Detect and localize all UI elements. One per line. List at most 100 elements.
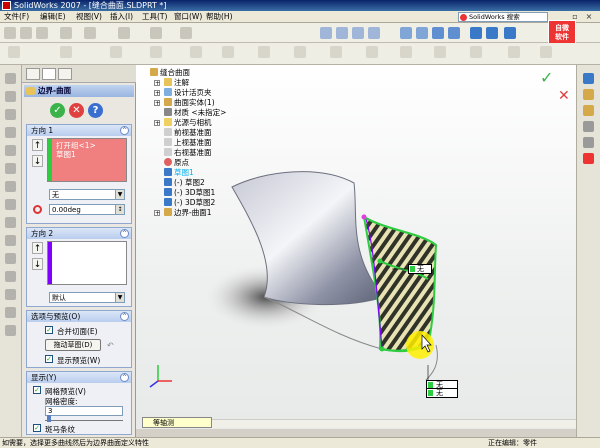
control-point[interactable] xyxy=(377,258,383,264)
reference-geometry-icon[interactable] xyxy=(470,46,482,58)
mirror-icon[interactable] xyxy=(400,46,412,58)
draft-tool-icon[interactable] xyxy=(5,271,16,282)
control-point[interactable] xyxy=(379,346,385,352)
fillet-tool-icon[interactable] xyxy=(5,199,16,210)
cancel-button[interactable]: ✕ xyxy=(69,103,84,118)
undo-icon[interactable] xyxy=(84,27,96,39)
linear-pattern-icon[interactable] xyxy=(5,307,16,318)
ok-button[interactable]: ✓ xyxy=(50,103,65,118)
direction2-curves-list[interactable] xyxy=(47,241,127,285)
boundary-surface-preview[interactable] xyxy=(362,215,438,353)
tree-item[interactable]: 草图1 xyxy=(164,168,194,177)
view-orientation-icon[interactable] xyxy=(470,27,482,39)
tree-item[interactable]: 设计活页夹 xyxy=(164,88,212,97)
mesh-density-slider[interactable] xyxy=(45,415,123,422)
tangency2-select[interactable]: 默认 ▼ xyxy=(49,292,125,303)
menu-edit[interactable]: 编辑(E) xyxy=(40,12,66,22)
smart-dimension-icon[interactable] xyxy=(190,46,202,58)
shaded-icon[interactable] xyxy=(432,27,444,39)
search-icon[interactable] xyxy=(583,121,594,132)
collapse-chevron-icon[interactable]: ^ xyxy=(120,229,129,238)
menu-file[interactable]: 文件(F) xyxy=(4,12,29,22)
move-up-arrow-icon[interactable]: ↑ xyxy=(32,242,43,254)
appearances-icon[interactable] xyxy=(583,153,594,164)
revolve-boss-icon[interactable] xyxy=(5,91,16,102)
revolve-icon[interactable] xyxy=(60,46,72,58)
instant3d-icon[interactable] xyxy=(540,46,552,58)
tree-item[interactable]: 前视基准面 xyxy=(164,128,212,137)
zoom-area-icon[interactable] xyxy=(336,27,348,39)
rebuild-icon[interactable] xyxy=(150,27,162,39)
curves-icon[interactable] xyxy=(508,46,520,58)
expand-icon[interactable]: + xyxy=(154,120,160,127)
tangency-select[interactable]: 无 ▼ xyxy=(49,189,125,200)
loft-icon[interactable] xyxy=(150,46,162,58)
display-header[interactable]: 显示(Y) ^ xyxy=(27,372,131,383)
section-view-icon[interactable] xyxy=(448,27,460,39)
fillet-icon[interactable] xyxy=(222,46,234,58)
tree-item[interactable]: 材质 <未指定> xyxy=(164,108,226,117)
chevron-down-icon[interactable]: ▼ xyxy=(115,293,124,302)
tree-item[interactable]: 光源与相机 xyxy=(164,118,212,127)
direction1-curves-list[interactable]: 打开组<1> 草图1 xyxy=(47,138,127,182)
tangency-callout[interactable]: 无 xyxy=(427,389,457,397)
swept-boss-icon[interactable] xyxy=(5,109,16,120)
save-icon[interactable] xyxy=(36,27,48,39)
menu-insert[interactable]: 插入(I) xyxy=(110,12,133,22)
extrude-boss-icon[interactable] xyxy=(5,73,16,84)
move-down-arrow-icon[interactable]: ↓ xyxy=(32,155,43,167)
mesh-preview-checkbox[interactable]: ✓ xyxy=(33,386,41,394)
curve-item[interactable]: 草图1 xyxy=(56,149,76,160)
shell-icon[interactable] xyxy=(330,46,342,58)
home-icon[interactable] xyxy=(583,73,594,84)
expand-icon[interactable]: + xyxy=(154,80,160,87)
pierce-point[interactable] xyxy=(361,214,367,220)
print-icon[interactable] xyxy=(60,27,72,39)
extrude-icon[interactable] xyxy=(8,46,20,58)
options-icon[interactable] xyxy=(180,27,192,39)
move-down-arrow-icon[interactable]: ↓ xyxy=(32,258,43,270)
show-preview-checkbox[interactable]: ✓ xyxy=(45,355,53,363)
menu-window[interactable]: 窗口(W) xyxy=(174,12,202,22)
slider-thumb[interactable] xyxy=(47,415,51,422)
tree-root[interactable]: 缝合曲面 xyxy=(150,68,190,77)
confirm-cancel-icon[interactable]: ✕ xyxy=(558,88,570,104)
chamfer-tool-icon[interactable] xyxy=(5,217,16,228)
hidden-lines-icon[interactable] xyxy=(416,27,428,39)
expand-icon[interactable]: + xyxy=(154,90,160,97)
tree-item[interactable]: 边界-曲面1 xyxy=(164,208,211,217)
rotate-icon[interactable] xyxy=(352,27,364,39)
sweep-icon[interactable] xyxy=(110,46,122,58)
expand-icon[interactable]: + xyxy=(154,210,160,217)
collapse-chevron-icon[interactable]: ^ xyxy=(120,312,129,321)
expand-icon[interactable]: + xyxy=(154,100,160,107)
help-button[interactable]: ? xyxy=(88,103,103,118)
merge-faces-checkbox[interactable]: ✓ xyxy=(45,326,53,334)
rib-icon[interactable] xyxy=(294,46,306,58)
tree-item[interactable]: 曲面实体(1) xyxy=(164,98,215,107)
chevron-down-icon[interactable]: ▼ xyxy=(115,190,124,199)
draft-icon[interactable] xyxy=(366,46,378,58)
tree-item[interactable]: 原点 xyxy=(164,158,189,167)
direction1-header[interactable]: 方向 1 ^ xyxy=(27,125,131,136)
shell-tool-icon[interactable] xyxy=(5,235,16,246)
dome-icon[interactable] xyxy=(5,289,16,300)
tree-item[interactable]: 上视基准面 xyxy=(164,138,212,147)
options-header[interactable]: 选项与预览(O) ^ xyxy=(27,311,131,322)
revolved-cut-icon[interactable] xyxy=(5,163,16,174)
collapse-chevron-icon[interactable]: ^ xyxy=(120,373,129,382)
collapse-chevron-icon[interactable]: ^ xyxy=(120,126,129,135)
hole-wizard-icon[interactable] xyxy=(5,181,16,192)
standard-views-icon[interactable] xyxy=(486,27,498,39)
move-up-arrow-icon[interactable]: ↑ xyxy=(32,139,43,151)
chamfer-icon[interactable] xyxy=(258,46,270,58)
tree-item[interactable]: 注解 xyxy=(164,78,189,87)
display-style-icon[interactable] xyxy=(504,27,516,39)
close-button[interactable]: × xyxy=(584,12,594,22)
new-icon[interactable] xyxy=(4,27,16,39)
design-library-icon[interactable] xyxy=(583,89,594,100)
wireframe-icon[interactable] xyxy=(400,27,412,39)
zoom-fit-icon[interactable] xyxy=(320,27,332,39)
zebra-stripes-checkbox[interactable]: ✓ xyxy=(33,424,41,432)
extruded-cut-icon[interactable] xyxy=(5,145,16,156)
